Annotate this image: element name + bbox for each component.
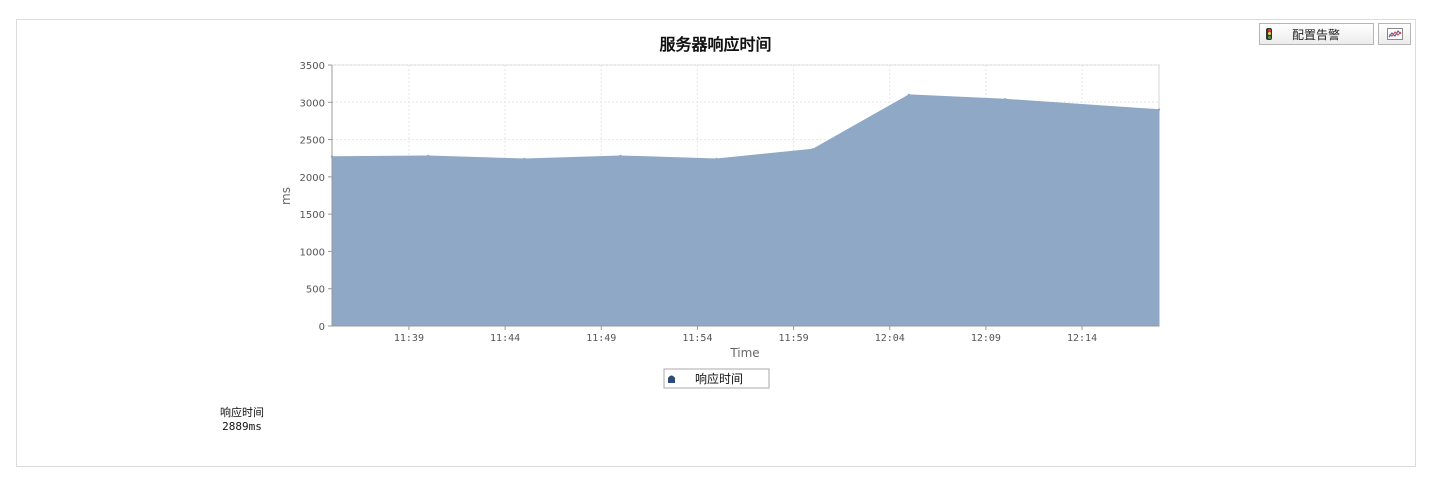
data-point [907,93,911,97]
y-tick-label: 1500 [300,210,325,221]
x-axis-label: Time [729,346,759,360]
x-tick-label: 11:54 [682,333,712,344]
y-axis-label: ms [279,187,293,205]
y-tick-label: 1000 [300,247,325,258]
chart-title: 服务器响应时间 [659,35,771,54]
x-tick-label: 12:14 [1067,333,1097,344]
x-tick-label: 11:44 [490,333,520,344]
x-tick-label: 11:39 [394,333,424,344]
data-point [1157,108,1161,111]
x-tick-label: 12:04 [875,333,905,344]
data-point [1003,98,1007,101]
y-tick-label: 2500 [300,136,325,147]
y-tick-label: 3500 [300,61,325,72]
data-point [523,157,526,161]
summary-value: 2889ms [222,420,262,433]
data-point [811,148,815,151]
summary-block: 响应时间 2889ms [200,406,284,434]
x-tick-label: 11:59 [779,333,809,344]
legend-label: 响应时间 [695,371,743,386]
data-point [619,154,622,158]
x-tick-label: 11:49 [586,333,616,344]
summary-label: 响应时间 [220,406,264,419]
x-tick-label: 12:09 [971,333,1001,344]
y-tick-label: 2000 [300,173,325,184]
y-tick-label: 500 [306,285,325,296]
y-tick-label: 0 [319,322,325,333]
y-tick-label: 3000 [300,98,325,109]
data-point [426,154,430,158]
data-point [715,157,718,161]
